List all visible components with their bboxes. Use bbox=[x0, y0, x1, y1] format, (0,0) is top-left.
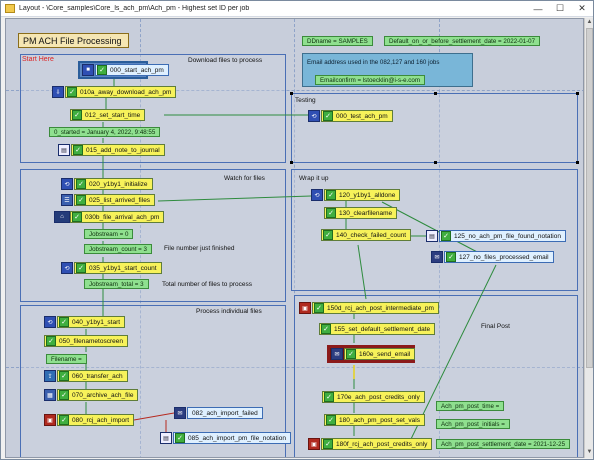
check-icon: ✓ bbox=[441, 231, 451, 241]
node-082-import-failed[interactable]: 082_ach_import_failed bbox=[187, 407, 263, 419]
check-icon: ✓ bbox=[175, 433, 185, 443]
title-bar: Layout - \Core_samples\Core_ls_ach_pm\Ac… bbox=[1, 1, 593, 17]
check-icon: ✓ bbox=[76, 263, 86, 273]
node-000-start[interactable]: ✓ 000_start_ach_pm bbox=[95, 64, 169, 76]
check-icon: ✓ bbox=[72, 110, 82, 120]
email-icon: ✉ bbox=[174, 407, 186, 419]
node-120-alldone[interactable]: ✓ 120_y1by1_alldone bbox=[324, 189, 401, 201]
check-icon: ✓ bbox=[323, 439, 333, 449]
check-icon: ✓ bbox=[326, 190, 336, 200]
variable-settlement-date[interactable]: Ach_pm_post_settlement_date = 2021-12-25 bbox=[436, 439, 571, 449]
node-035-start-count[interactable]: ✓ 035_y1by1_start_count bbox=[74, 262, 162, 274]
vertical-scrollbar[interactable]: ▲ ▼ bbox=[584, 18, 593, 458]
count-icon: ⟲ bbox=[61, 262, 73, 274]
download-icon: ⇩ bbox=[52, 86, 64, 98]
scroll-up-icon[interactable]: ▲ bbox=[585, 18, 594, 27]
node-025-list[interactable]: ✓ 025_list_arrived_files bbox=[74, 194, 156, 206]
check-icon: ✓ bbox=[323, 230, 333, 240]
variable-0-started[interactable]: 0_started = January 4, 2022, 9:48:55 bbox=[49, 127, 161, 137]
node-060-transfer[interactable]: ✓ 060_transfer_ach bbox=[57, 370, 128, 382]
node-150d-post-intermediate[interactable]: ✓ 150d_rcj_ach_post_intermediate_pm bbox=[312, 302, 439, 314]
window-title: Layout - \Core_samples\Core_ls_ach_pm\Ac… bbox=[19, 5, 250, 12]
transfer-icon: ⇪ bbox=[44, 370, 56, 382]
check-icon: ✓ bbox=[346, 349, 356, 359]
check-icon: ✓ bbox=[314, 303, 324, 313]
check-icon: ✓ bbox=[59, 371, 69, 381]
variable-filename[interactable]: Filename = bbox=[46, 354, 87, 364]
node-050-filename[interactable]: ✓ 050_filenametoscreen bbox=[44, 335, 128, 347]
node-140-check-failed[interactable]: ✓ 140_check_failed_count bbox=[321, 229, 412, 241]
check-icon: ✓ bbox=[321, 324, 331, 334]
variable-post-time[interactable]: Ach_pm_post_time = bbox=[436, 401, 505, 411]
check-icon: ✓ bbox=[59, 415, 69, 425]
node-170e-credits-only[interactable]: ✓ 170e_ach_post_credits_only bbox=[322, 391, 425, 403]
node-010-download[interactable]: ✓ 010a_away_download_ach_pm bbox=[65, 86, 177, 98]
check-icon: ✓ bbox=[59, 390, 69, 400]
check-icon: ✓ bbox=[324, 392, 334, 402]
check-icon: ✓ bbox=[97, 65, 107, 75]
node-085-notation[interactable]: ✓ 085_ach_import_pm_file_notation bbox=[173, 432, 291, 444]
check-icon: ✓ bbox=[326, 415, 336, 425]
node-160e-send-email[interactable]: ✓ 160e_send_email bbox=[344, 348, 416, 360]
node-127-no-files-email[interactable]: ✓ 127_no_files_processed_email bbox=[444, 251, 554, 263]
check-icon: ✓ bbox=[446, 252, 456, 262]
scrollbar-thumb[interactable] bbox=[586, 28, 593, 368]
start-loop-icon: ⟲ bbox=[44, 316, 56, 328]
rcj-icon: ▣ bbox=[308, 438, 320, 450]
check-icon: ✓ bbox=[73, 145, 83, 155]
node-030b-file-arrival[interactable]: ✓ 030b_file_arrival_ach_pm bbox=[70, 211, 165, 223]
file-arrival-icon: ⌂ bbox=[54, 211, 70, 223]
layout-canvas[interactable]: Download files to process Watch for file… bbox=[5, 18, 584, 458]
email-icon: ✉ bbox=[331, 348, 343, 360]
scroll-down-icon[interactable]: ▼ bbox=[585, 448, 594, 457]
check-icon: ✓ bbox=[323, 111, 333, 121]
notation-icon: ▤ bbox=[160, 432, 172, 444]
node-080-rcj-import[interactable]: ✓ 080_rcj_ach_import bbox=[57, 414, 135, 426]
check-icon: ✓ bbox=[67, 87, 77, 97]
check-icon: ✓ bbox=[46, 336, 56, 346]
node-130-clearfilename[interactable]: ✓ 130_clearfilename bbox=[324, 207, 398, 219]
node-155-default-settlement[interactable]: ✓ 155_set_default_settlement_date bbox=[319, 323, 436, 335]
close-button[interactable]: ✕ bbox=[571, 1, 593, 16]
rcj-icon: ▣ bbox=[44, 414, 56, 426]
alldone-icon: ⟲ bbox=[311, 189, 323, 201]
rcj-icon: ▣ bbox=[299, 302, 311, 314]
note-total-files: Total number of files to process bbox=[162, 281, 252, 288]
node-070-archive[interactable]: ✓ 070_archive_ach_file bbox=[57, 389, 139, 401]
check-icon: ✓ bbox=[72, 212, 82, 222]
node-000-test[interactable]: ✓ 000_test_ach_pm bbox=[321, 110, 393, 122]
variable-post-initials[interactable]: Ach_pm_post_initials = bbox=[436, 419, 510, 429]
start-icon: ■ bbox=[82, 64, 94, 76]
node-040-start[interactable]: ✓ 040_y1by1_start bbox=[57, 316, 126, 328]
check-icon: ✓ bbox=[59, 317, 69, 327]
folder-icon bbox=[5, 4, 15, 13]
archive-icon: ▦ bbox=[44, 389, 56, 401]
node-180f-rcj-credits[interactable]: ✓ 180f_rcj_ach_post_credits_only bbox=[321, 438, 433, 450]
maximize-button[interactable]: ☐ bbox=[549, 1, 571, 16]
journal-icon: ▤ bbox=[58, 144, 70, 156]
node-125-no-file-notation[interactable]: ✓ 125_no_ach_pm_file_found_notation bbox=[439, 230, 566, 242]
check-icon: ✓ bbox=[76, 179, 86, 189]
variable-jobstream-total[interactable]: Jobstream_total = 3 bbox=[84, 279, 149, 289]
node-020-initialize[interactable]: ✓ 020_y1by1_initialize bbox=[74, 178, 153, 190]
variable-jobstream[interactable]: Jobstream = 0 bbox=[84, 229, 134, 239]
email-icon: ✉ bbox=[431, 251, 443, 263]
notation-icon: ▤ bbox=[426, 230, 438, 242]
variable-jobstream-count[interactable]: Jobstream_count = 3 bbox=[84, 244, 152, 254]
test-icon: ⟲ bbox=[308, 110, 320, 122]
node-012-set-start-time[interactable]: ✓ 012_set_start_time bbox=[70, 109, 146, 121]
list-icon: ☰ bbox=[61, 194, 73, 206]
check-icon: ✓ bbox=[76, 195, 86, 205]
node-180-post-set-vals[interactable]: ✓ 180_ach_pm_post_set_vals bbox=[324, 414, 425, 426]
minimize-button[interactable]: — bbox=[527, 1, 549, 16]
node-015-journal[interactable]: ✓ 015_add_note_to_journal bbox=[71, 144, 165, 156]
initialize-icon: ⟲ bbox=[61, 178, 73, 190]
check-icon: ✓ bbox=[326, 208, 336, 218]
note-file-number: File number just finished bbox=[164, 245, 235, 252]
layout-window: Layout - \Core_samples\Core_ls_ach_pm\Ac… bbox=[0, 0, 594, 460]
